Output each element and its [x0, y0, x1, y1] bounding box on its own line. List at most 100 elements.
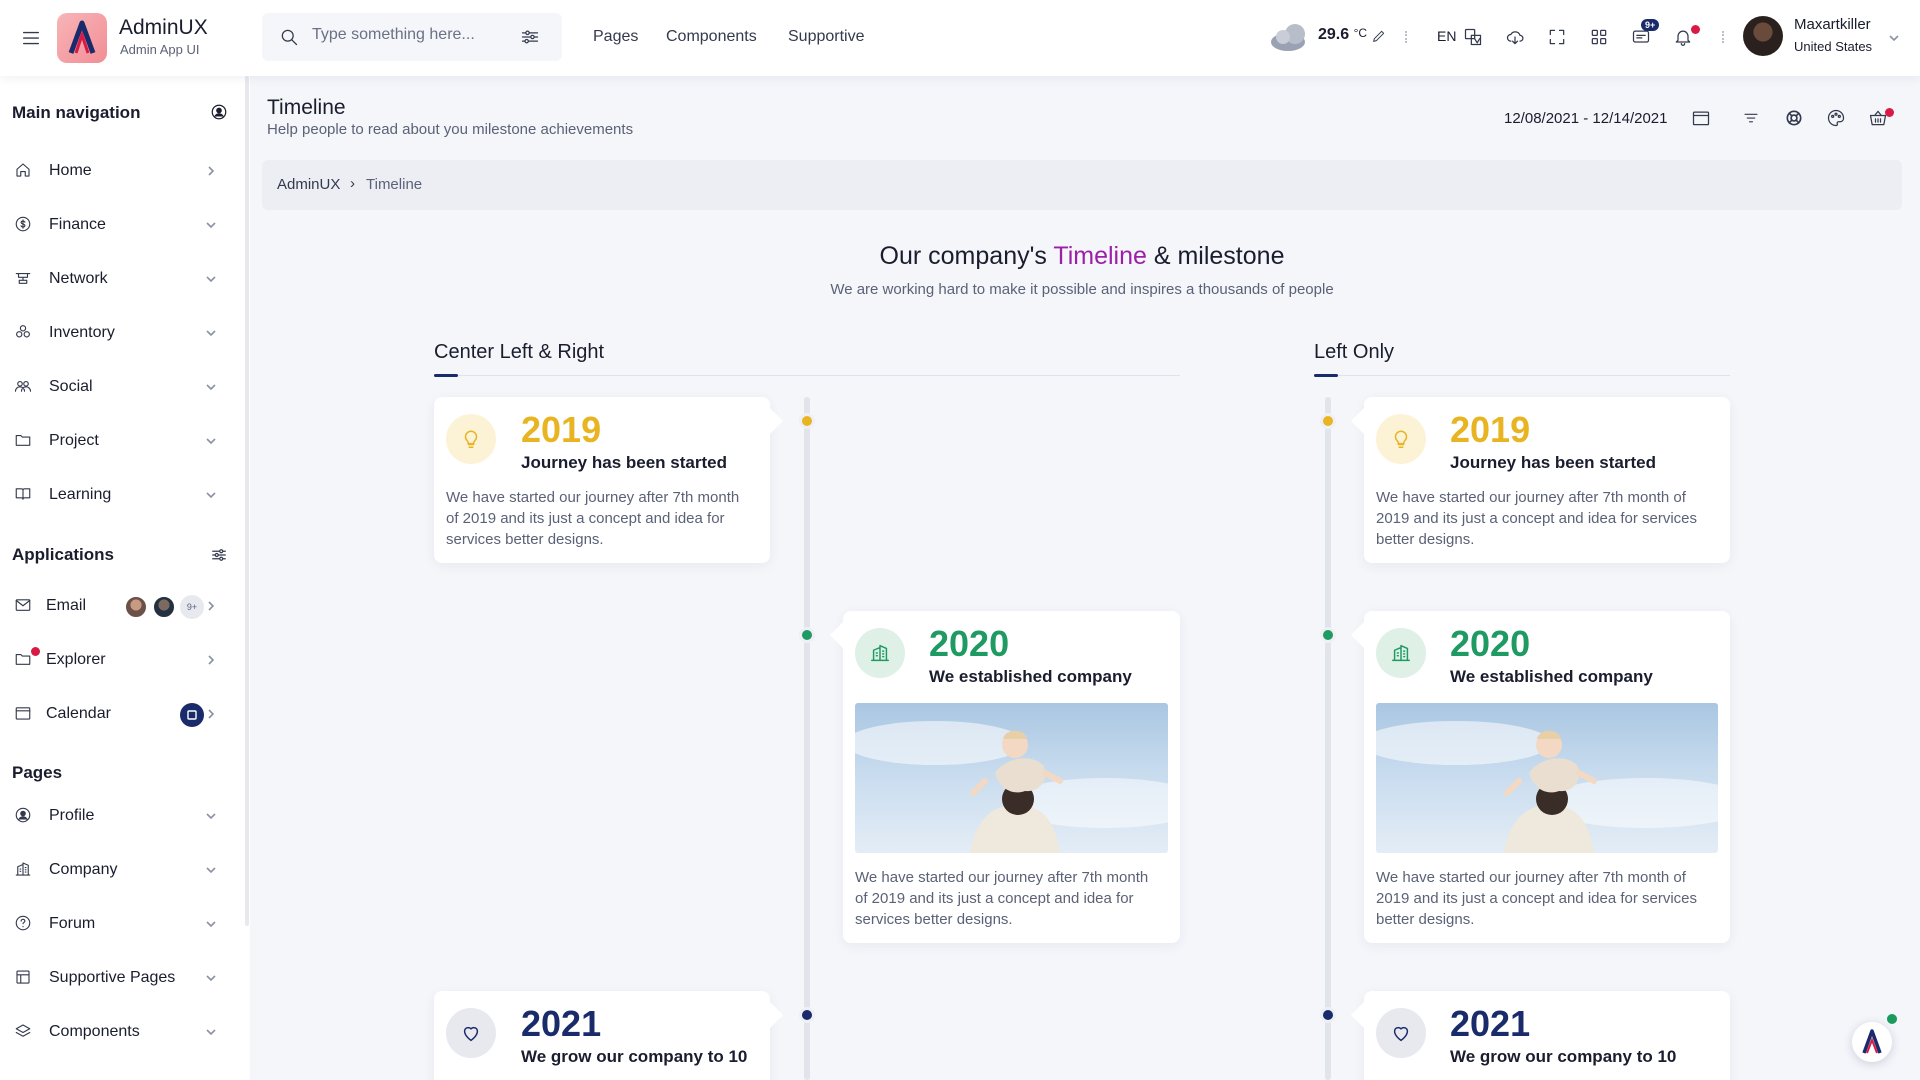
people-icon [14, 377, 34, 397]
sidebar-item-profile[interactable]: Profile [0, 796, 240, 836]
search-input[interactable] [312, 26, 512, 44]
sidebar-item-calendar[interactable]: Calendar [0, 694, 240, 734]
date-range[interactable]: 12/08/2021 - 12/14/2021 [1504, 110, 1667, 127]
sidebar-item-forum[interactable]: Forum [0, 904, 240, 944]
nav-pages[interactable]: Pages [593, 28, 638, 46]
nav-components[interactable]: Components [666, 28, 757, 46]
chevron-down-icon[interactable] [1888, 32, 1900, 44]
home-icon [14, 161, 34, 181]
sidebar-item-project[interactable]: Project [0, 421, 240, 461]
chevron-down-icon [205, 435, 217, 447]
calendar-icon [14, 704, 34, 724]
search-box [262, 13, 562, 61]
milestone-year: 2020 [1450, 623, 1531, 664]
milestone-year: 2019 [521, 409, 602, 450]
count-badge: 9+ [180, 595, 204, 619]
sidebar-item-supportive-pages[interactable]: Supportive Pages [0, 958, 240, 998]
calendar-badge-icon [180, 703, 204, 727]
boxes-icon [14, 323, 34, 343]
user-location: United States [1794, 39, 1873, 54]
sidebar-item-label: Forum [49, 915, 96, 932]
milestone-year: 2019 [1450, 409, 1531, 450]
building-icon [855, 628, 905, 678]
sidebar-item-finance[interactable]: Finance [0, 205, 240, 245]
sidebar-scrollbar[interactable] [245, 76, 249, 926]
milestone-year: 2021 [1450, 1003, 1531, 1044]
book-icon [14, 485, 34, 505]
calendar-icon[interactable] [1691, 108, 1711, 128]
chevron-down-icon [205, 1026, 217, 1038]
palette-icon[interactable] [1826, 108, 1846, 128]
layers-icon [14, 968, 34, 988]
sidebar-item-label: Learning [49, 486, 112, 503]
avatar[interactable] [124, 595, 148, 619]
language-code[interactable]: EN [1437, 28, 1456, 44]
breadcrumb-home[interactable]: AdminUX [277, 176, 340, 193]
filter-sliders-icon[interactable] [520, 27, 540, 47]
sidebar-item-home[interactable]: Home [0, 151, 240, 191]
timeline-card-2019: 2019 Journey has been started We have st… [1351, 397, 1730, 563]
divider [1405, 31, 1407, 43]
user-circle-icon[interactable] [210, 103, 228, 121]
stack-icon [14, 1022, 34, 1042]
translate-icon[interactable] [1463, 27, 1483, 47]
timeline-dot [1320, 627, 1336, 643]
avatar[interactable] [1743, 16, 1783, 56]
nav-supportive[interactable]: Supportive [788, 28, 865, 46]
filter-sliders-icon[interactable] [210, 546, 228, 564]
chevron-down-icon [205, 381, 217, 393]
breadcrumb: AdminUX › Timeline [262, 160, 1902, 210]
sidebar-item-components[interactable]: Components [0, 1012, 240, 1052]
bell-icon[interactable] [1673, 27, 1693, 47]
apps-grid-icon[interactable] [1589, 27, 1609, 47]
milestone-year: 2021 [521, 1003, 602, 1044]
brand-subtitle: Admin App UI [120, 42, 200, 57]
section-divider [434, 375, 1180, 376]
timeline-dot [1320, 1007, 1336, 1023]
avatar[interactable] [152, 595, 176, 619]
section-divider [1314, 375, 1730, 376]
sidebar-item-email[interactable]: Email 9+ [0, 586, 240, 626]
card-pointer [1351, 1002, 1364, 1028]
fullscreen-icon[interactable] [1547, 27, 1567, 47]
timeline-card-2019: 2019 Journey has been started We have st… [434, 397, 783, 563]
card-pointer [770, 1002, 783, 1028]
milestone-heading: Journey has been started [521, 453, 727, 472]
milestone-text: We have started our journey after 7th mo… [1376, 489, 1698, 548]
user-name[interactable]: Maxartkiller [1794, 16, 1871, 33]
timeline-card-2021: 2021 We grow our company to 10 [434, 991, 783, 1080]
sidebar-item-learning[interactable]: Learning [0, 475, 240, 515]
card-pointer [830, 622, 843, 648]
cloud-weather-icon [1268, 20, 1314, 54]
search-icon[interactable] [279, 27, 299, 47]
chevron-right-icon [205, 708, 217, 720]
milestone-text: We have started our journey after 7th mo… [446, 489, 740, 548]
milestone-heading: We grow our company to 10 [1450, 1047, 1677, 1066]
lifebuoy-icon[interactable] [1784, 108, 1804, 128]
hero-title-after: & milestone [1146, 242, 1285, 270]
timeline-card-2021: 2021 We grow our company to 10 [1351, 991, 1730, 1080]
floating-logo-button[interactable] [1852, 1022, 1892, 1062]
cloud-download-icon[interactable] [1505, 27, 1525, 47]
sidebar-item-label: Profile [49, 807, 95, 824]
sidebar-item-label: Email [46, 597, 87, 614]
weather-unit: °C [1353, 26, 1368, 40]
section-underline [1314, 374, 1338, 377]
heart-icon [446, 1008, 496, 1058]
sidebar-item-social[interactable]: Social [0, 367, 240, 407]
sidebar-item-company[interactable]: Company [0, 850, 240, 890]
timeline-dot [799, 627, 815, 643]
brand-logo[interactable] [57, 13, 107, 63]
timeline-dot [1320, 413, 1336, 429]
pencil-icon[interactable] [1371, 28, 1387, 44]
section-underline [434, 374, 458, 377]
question-icon [14, 914, 34, 934]
menu-icon[interactable] [20, 27, 42, 49]
chevron-down-icon [205, 327, 217, 339]
sidebar-item-label: Home [49, 162, 92, 179]
section-title-center: Center Left & Right [434, 341, 605, 363]
filter-icon[interactable] [1742, 109, 1760, 127]
sidebar-item-explorer[interactable]: Explorer [0, 640, 240, 680]
sidebar-item-inventory[interactable]: Inventory [0, 313, 240, 353]
sidebar-title-main: Main navigation [12, 103, 141, 122]
